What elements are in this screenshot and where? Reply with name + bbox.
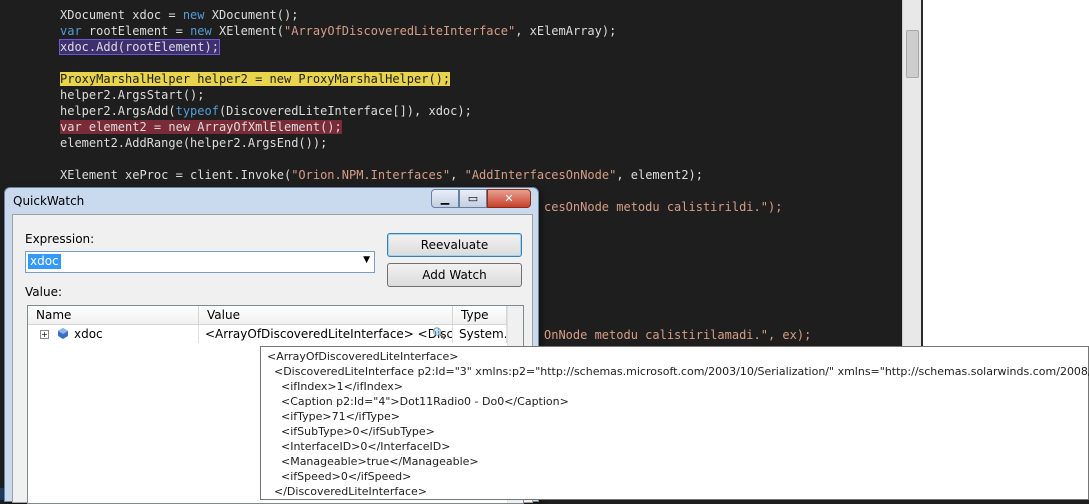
code-token: XDocument(); (204, 8, 299, 22)
reevaluate-button[interactable]: Reevaluate (387, 233, 522, 257)
column-header-value[interactable]: Value (199, 306, 453, 324)
magnifier-icon[interactable]: 🔍 (432, 325, 446, 343)
code-token: new (182, 8, 205, 22)
code-token: XElement( (211, 24, 284, 38)
code-token: xdoc.Add(rootElement); (59, 39, 220, 55)
xml-line: <ifType>71</ifType> (267, 410, 400, 423)
code-token: helper2.ArgsAdd( (60, 104, 176, 118)
xml-line: <ifIndex>1</ifIndex> (267, 380, 403, 393)
value-label: Value: (25, 285, 62, 299)
row-value: <ArrayOfDiscoveredLiteInterface> <Disco (205, 327, 453, 341)
xml-line: <ifSubType>0</ifSubType> (267, 425, 435, 438)
expand-icon[interactable]: + (40, 330, 49, 339)
code-line: XDocument xdoc = new XDocument(); (60, 7, 298, 23)
maximize-button[interactable]: ▭ (459, 189, 487, 208)
expression-combobox[interactable]: xdoc ▼ (25, 251, 375, 273)
xml-line: <Manageable>true</Manageable> (267, 455, 479, 468)
row-type: System.X (459, 327, 506, 341)
code-token: new (190, 24, 212, 38)
window-controls: ▁ ▭ ✕ (431, 189, 531, 208)
code-line: xdoc.Add(rootElement); (59, 39, 220, 55)
xml-line: <InterfaceID>0</InterfaceID> (267, 440, 451, 453)
expression-label: Expression: (25, 232, 95, 246)
code-line: var element2 = new ArrayOfXmlElement(); (60, 119, 342, 135)
add-watch-button[interactable]: Add Watch (387, 263, 522, 287)
code-token: "Orion.NPM.Interfaces" (291, 168, 451, 182)
xml-visualizer-tooltip: <ArrayOfDiscoveredLiteInterface> <Discov… (260, 346, 1089, 500)
code-line: helper2.ArgsAdd(typeof(DiscoveredLiteInt… (60, 103, 472, 119)
row-name: xdoc (74, 327, 103, 341)
code-token: var (60, 24, 82, 38)
xml-line: <ifSpeed>0</ifSpeed> (267, 470, 412, 483)
xml-line: </DiscoveredLiteInterface> (267, 485, 427, 498)
code-token: , (450, 168, 465, 182)
grid-header: Name Value Type (28, 306, 523, 325)
expression-value[interactable]: xdoc (28, 254, 61, 269)
code-token: (DiscoveredLiteInterface[]), xdoc); (218, 104, 472, 118)
close-button[interactable]: ✕ (487, 189, 531, 208)
code-line: helper2.ArgsStart(); (60, 87, 205, 103)
code-line-partial: cesOnNode metodu calistirildi."); (544, 200, 783, 214)
code-token: typeof (175, 104, 219, 118)
code-token: XDocument xdoc = (60, 8, 183, 22)
row-value-cell: <ArrayOfDiscoveredLiteInterface> <Disco … (199, 325, 453, 343)
row-name-cell: + xdoc (28, 325, 199, 343)
code-token: , xElemArray); (515, 24, 617, 38)
code-token: rootElement = (81, 24, 191, 38)
code-token: helper2.ArgsStart(); (60, 88, 205, 102)
xml-line: <Caption p2:Id="4">Dot11Radio0 - Do0</Ca… (267, 395, 569, 408)
code-line-partial: OnNode metodu calistirilamadi.", ex); (544, 328, 812, 342)
code-token: element2.AddRange(helper2.ArgsEnd()); (60, 136, 328, 150)
code-line: XElement xeProc = client.Invoke("Orion.N… (60, 167, 703, 183)
column-header-name[interactable]: Name (28, 306, 199, 324)
code-token: ProxyMarshalHelper helper2 = new ProxyMa… (60, 72, 451, 86)
code-line: element2.AddRange(helper2.ArgsEnd()); (60, 135, 327, 151)
dialog-title: QuickWatch (13, 194, 85, 208)
code-line: ProxyMarshalHelper helper2 = new ProxyMa… (60, 71, 451, 87)
minimize-button[interactable]: ▁ (431, 189, 459, 208)
chevron-down-icon[interactable]: ▼ (363, 255, 370, 265)
code-token: XElement xeProc = client.Invoke( (60, 168, 292, 182)
code-token: , element2); (616, 168, 704, 182)
column-header-type[interactable]: Type (453, 306, 507, 324)
table-row[interactable]: + xdoc <ArrayOfDiscoveredLiteInterface> … (28, 325, 523, 343)
row-type-cell: System.X (453, 325, 507, 343)
code-token: "AddInterfacesOnNode" (464, 168, 617, 182)
scrollbar-thumb[interactable] (906, 30, 919, 78)
code-line: var rootElement = new XElement("ArrayOfD… (60, 23, 616, 39)
xml-line: <ArrayOfDiscoveredLiteInterface> (267, 350, 459, 363)
code-token: var element2 = new ArrayOfXmlElement(); (60, 120, 342, 134)
object-icon (58, 328, 68, 339)
xml-line: <DiscoveredLiteInterface p2:Id="3" xmlns… (267, 365, 1089, 378)
code-token: "ArrayOfDiscoveredLiteInterface" (284, 24, 516, 38)
